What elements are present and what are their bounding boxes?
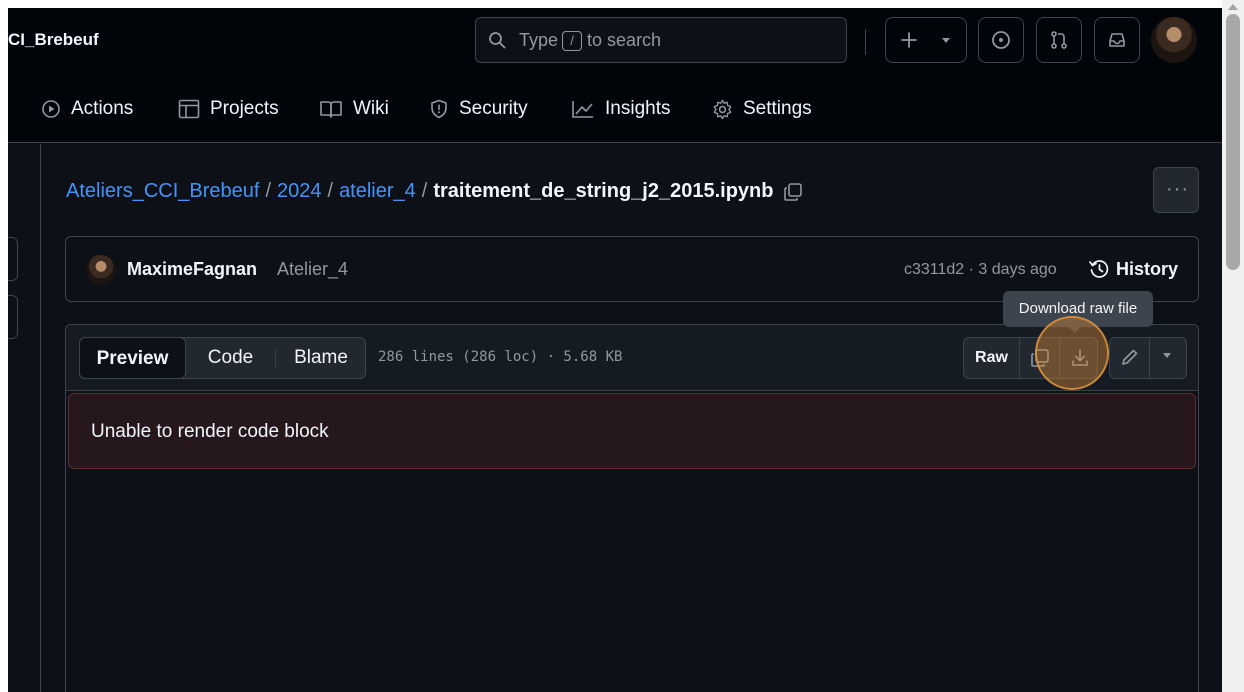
search-shortcut-key: / [562, 30, 583, 51]
tab-wiki-label: Wiki [353, 98, 389, 119]
user-avatar[interactable] [1151, 17, 1197, 63]
graph-icon [572, 101, 593, 118]
breadcrumb-separator: / [421, 180, 428, 202]
author-avatar[interactable] [86, 255, 116, 285]
sidebar-toggle-button[interactable] [8, 237, 18, 281]
commit-hash-date[interactable]: c3311d2 · 3 days ago [904, 261, 1057, 279]
edit-actions-group [1109, 337, 1187, 379]
commit-author-link[interactable]: MaximeFagnan [127, 259, 257, 280]
edit-options-dropdown[interactable] [1150, 338, 1186, 378]
view-mode-toggle: Preview Code Blame [79, 337, 366, 379]
raw-button[interactable]: Raw [964, 338, 1020, 378]
edit-file-button[interactable] [1110, 338, 1150, 378]
tab-blame[interactable]: Blame [276, 338, 366, 378]
create-new-button[interactable] [885, 17, 967, 63]
tab-insights-label: Insights [605, 98, 671, 119]
issues-button[interactable] [978, 17, 1024, 63]
plus-icon [901, 32, 917, 48]
tab-code[interactable]: Code [186, 338, 275, 378]
history-label: History [1116, 258, 1179, 279]
issue-circle-icon [992, 31, 1010, 49]
copy-raw-button[interactable] [1020, 338, 1060, 378]
search-placeholder: Type / to search [519, 30, 661, 51]
browser-viewport: CI_Brebeuf Type / to search Actions Proj… [8, 8, 1222, 692]
tab-actions-label: Actions [71, 98, 134, 119]
tab-actions[interactable]: Actions [41, 97, 133, 121]
breadcrumb-separator: / [327, 180, 334, 202]
tab-security[interactable]: Security [429, 97, 528, 121]
download-icon [1072, 349, 1088, 366]
scroll-up-arrow[interactable] [1228, 4, 1238, 10]
tab-security-label: Security [459, 98, 528, 119]
copy-icon[interactable] [783, 182, 803, 202]
table-icon [178, 99, 200, 119]
history-button[interactable]: History [1088, 258, 1178, 280]
sidebar-divider [40, 144, 41, 692]
inbox-icon [1109, 33, 1125, 47]
tab-settings-label: Settings [743, 98, 812, 119]
global-header: CI_Brebeuf Type / to search [8, 8, 1222, 76]
repo-title[interactable]: CI_Brebeuf [8, 30, 99, 50]
pull-request-icon [1051, 31, 1067, 49]
tab-insights[interactable]: Insights [571, 97, 670, 121]
header-divider [865, 29, 866, 55]
search-placeholder-suffix: to search [587, 30, 662, 50]
history-icon [1089, 260, 1109, 278]
breadcrumb-separator: / [265, 180, 271, 202]
file-header: Preview Code Blame 286 lines (286 loc) ·… [66, 325, 1198, 391]
search-placeholder-prefix: Type [519, 30, 559, 50]
file-info: 286 lines (286 loc) · 5.68 KB [378, 349, 623, 365]
tab-preview[interactable]: Preview [79, 337, 186, 379]
inbox-button[interactable] [1094, 17, 1140, 63]
page-scrollbar[interactable] [1222, 0, 1244, 692]
caret-down-icon [942, 38, 950, 43]
breadcrumb-repo-link[interactable]: Ateliers_CCI_Brebeuf [66, 180, 259, 203]
search-input[interactable]: Type / to search [475, 17, 847, 63]
gear-icon [713, 99, 732, 119]
tab-projects-label: Projects [210, 98, 279, 119]
render-error-banner: Unable to render code block [68, 393, 1196, 469]
pull-requests-button[interactable] [1036, 17, 1082, 63]
raw-actions-group: Raw [963, 337, 1098, 379]
book-icon [320, 101, 342, 118]
breadcrumb: Ateliers_CCI_Brebeuf / 2024 / atelier_4 … [66, 180, 803, 203]
tab-settings[interactable]: Settings [712, 97, 812, 121]
caret-down-icon [1163, 353, 1171, 358]
breadcrumb-year-link[interactable]: 2024 [277, 180, 322, 203]
copy-icon [1031, 349, 1049, 367]
repo-navigation: Actions Projects Wiki Security Insights … [8, 76, 1222, 143]
play-circle-icon [42, 100, 60, 118]
more-options-button[interactable]: ··· [1153, 167, 1199, 213]
breadcrumb-current-file: traitement_de_string_j2_2015.ipynb [433, 180, 774, 202]
download-raw-button[interactable] [1060, 338, 1098, 378]
breadcrumb-folder-link[interactable]: atelier_4 [339, 180, 416, 203]
tab-projects[interactable]: Projects [178, 97, 279, 121]
scrollbar-thumb[interactable] [1226, 14, 1240, 270]
download-tooltip: Download raw file [1003, 291, 1153, 333]
pencil-icon [1122, 349, 1138, 365]
tab-wiki[interactable]: Wiki [319, 97, 389, 121]
file-viewer: Preview Code Blame 286 lines (286 loc) ·… [65, 324, 1199, 692]
render-error-message: Unable to render code block [91, 421, 329, 442]
kebab-horizontal-icon: ··· [1166, 178, 1189, 200]
commit-message-link[interactable]: Atelier_4 [277, 259, 348, 280]
sidebar-search-button[interactable] [8, 295, 18, 339]
shield-icon [431, 99, 447, 119]
search-icon [489, 32, 506, 49]
